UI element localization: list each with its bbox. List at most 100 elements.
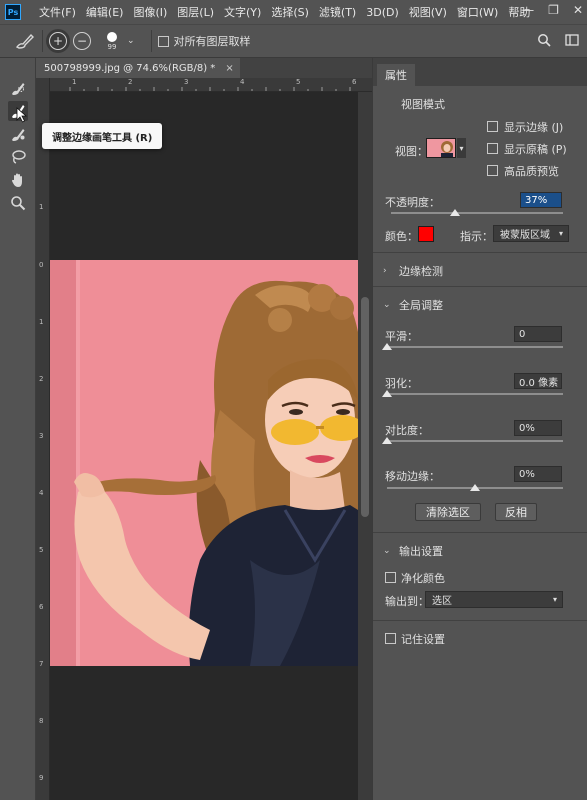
tool-preset-picker[interactable] <box>14 30 36 52</box>
view-mode-dropdown[interactable]: ▾ <box>457 138 466 158</box>
menu-edit[interactable]: 编辑(E) <box>86 4 124 20</box>
chevron-down-icon[interactable]: ⌄ <box>127 36 135 46</box>
chevron-down-icon: ⌄ <box>383 546 391 556</box>
smooth-value-field[interactable]: 0 <box>514 326 562 342</box>
window-controls: — ❐ ✕ <box>522 3 583 17</box>
options-right-group <box>537 33 579 47</box>
close-icon[interactable]: ✕ <box>573 3 583 17</box>
contrast-value-field[interactable]: 0% <box>514 420 562 436</box>
feather-slider-thumb[interactable] <box>382 390 392 397</box>
overlay-color-swatch[interactable] <box>418 226 434 242</box>
opacity-value-field[interactable]: 37% <box>520 192 562 208</box>
chevron-down-icon: ▾ <box>558 229 563 238</box>
search-icon[interactable] <box>537 33 551 47</box>
document-image[interactable] <box>50 260 358 666</box>
ruler-horizontal: 1 2 3 4 5 6 <box>50 78 372 92</box>
global-refine-label: 全局调整 <box>399 299 443 312</box>
portrait-photo <box>50 260 358 666</box>
show-edge-label: 显示边缘 (J) <box>504 121 564 134</box>
indicate-dropdown[interactable]: 被蒙版区域 ▾ <box>493 225 569 242</box>
minimize-icon[interactable]: — <box>522 3 534 17</box>
scrollbar-thumb[interactable] <box>361 297 369 517</box>
smooth-slider-track[interactable] <box>387 346 563 348</box>
smooth-slider-thumb[interactable] <box>382 343 392 350</box>
menu-file[interactable]: 文件(F) <box>39 4 76 20</box>
menu-filter[interactable]: 滤镜(T) <box>319 4 356 20</box>
sample-all-layers-checkbox[interactable] <box>157 35 169 47</box>
contrast-label: 对比度： <box>385 424 429 437</box>
view-thumbnail-image <box>427 139 455 157</box>
contrast-slider-track[interactable] <box>387 440 563 442</box>
ruler-label: 1 <box>39 318 44 326</box>
chevron-down-icon: ▾ <box>459 143 464 153</box>
shift-edge-value-field[interactable]: 0% <box>514 466 562 482</box>
close-tab-icon[interactable]: × <box>225 63 233 74</box>
hq-preview-checkbox[interactable] <box>487 165 498 176</box>
expand-area-button[interactable]: + <box>49 32 67 50</box>
section-divider <box>373 620 587 621</box>
feather-value-field[interactable]: 0.0 像素 <box>514 373 562 389</box>
section-divider <box>373 286 587 287</box>
show-original-checkbox[interactable] <box>487 143 498 154</box>
color-label: 颜色： <box>385 230 418 243</box>
indicate-value: 被蒙版区域 <box>500 230 550 241</box>
decontaminate-checkbox[interactable] <box>385 572 396 583</box>
restore-area-button[interactable]: − <box>73 32 91 50</box>
feather-slider-track[interactable] <box>387 393 563 395</box>
brush-tool[interactable] <box>8 124 28 144</box>
output-settings-header[interactable]: ⌄ 输出设置 <box>383 543 443 559</box>
ruler-label: 2 <box>128 78 133 86</box>
refine-brush-preset-icon <box>15 33 34 49</box>
chevron-down-icon: ⌄ <box>383 300 391 310</box>
menu-window[interactable]: 窗口(W) <box>457 4 498 20</box>
document-tab-bar: 500798999.jpg @ 74.6%(RGB/8) * × <box>36 58 372 78</box>
ruler-label: 2 <box>39 375 44 383</box>
menu-image[interactable]: 图像(I) <box>133 4 167 20</box>
lasso-tool[interactable] <box>8 147 28 167</box>
clear-selection-button[interactable]: 清除选区 <box>415 503 481 521</box>
menu-type[interactable]: 文字(Y) <box>224 4 261 20</box>
chevron-down-icon: ▾ <box>552 595 557 604</box>
chevron-right-icon: › <box>383 266 387 276</box>
plus-icon: + <box>52 34 64 48</box>
tab-properties[interactable]: 属性 <box>377 64 415 86</box>
view-mode-title: 视图模式 <box>401 98 445 111</box>
ruler-ticks <box>69 87 351 91</box>
menu-view[interactable]: 视图(V) <box>409 4 447 20</box>
feather-label: 羽化： <box>385 377 418 390</box>
vertical-scrollbar[interactable] <box>358 92 372 800</box>
global-refine-header[interactable]: ⌄ 全局调整 <box>383 297 443 313</box>
view-mode-thumbnail[interactable] <box>426 138 456 158</box>
ruler-label: 1 <box>39 203 44 211</box>
ruler-label: 6 <box>39 603 44 611</box>
restore-icon[interactable]: ❐ <box>548 3 559 17</box>
minus-icon: − <box>76 34 88 48</box>
tool-tooltip: 调整边缘画笔工具 (R) <box>42 123 163 149</box>
contrast-slider-thumb[interactable] <box>382 437 392 444</box>
remember-settings-checkbox[interactable] <box>385 633 396 644</box>
invert-button[interactable]: 反相 <box>495 503 537 521</box>
zoom-tool[interactable] <box>8 193 28 213</box>
menu-select[interactable]: 选择(S) <box>271 4 309 20</box>
zoom-icon <box>11 196 26 211</box>
ruler-label: 4 <box>240 78 245 86</box>
output-to-label: 输出到： <box>385 595 429 608</box>
output-to-dropdown[interactable]: 选区 ▾ <box>425 591 563 608</box>
decontaminate-label: 净化颜色 <box>401 572 445 585</box>
hand-tool[interactable] <box>8 170 28 190</box>
shift-edge-slider-thumb[interactable] <box>470 484 480 491</box>
document-tab[interactable]: 500798999.jpg @ 74.6%(RGB/8) * × <box>36 58 240 78</box>
opacity-slider-thumb[interactable] <box>449 209 460 216</box>
show-original-label: 显示原稿 (P) <box>504 143 567 156</box>
photoshop-logo: Ps <box>5 4 21 20</box>
remember-settings-label: 记住设置 <box>401 633 445 646</box>
edge-detection-header[interactable]: › 边缘检测 <box>383 263 443 279</box>
brush-size-picker[interactable]: 99 <box>101 26 123 56</box>
quick-selection-tool[interactable] <box>8 78 28 98</box>
menu-layer[interactable]: 图层(L) <box>177 4 214 20</box>
show-edge-checkbox[interactable] <box>487 121 498 132</box>
ruler-label: 4 <box>39 489 44 497</box>
opacity-slider-track[interactable] <box>391 212 563 214</box>
menu-3d[interactable]: 3D(D) <box>366 6 399 19</box>
workspace-icon[interactable] <box>565 33 579 47</box>
